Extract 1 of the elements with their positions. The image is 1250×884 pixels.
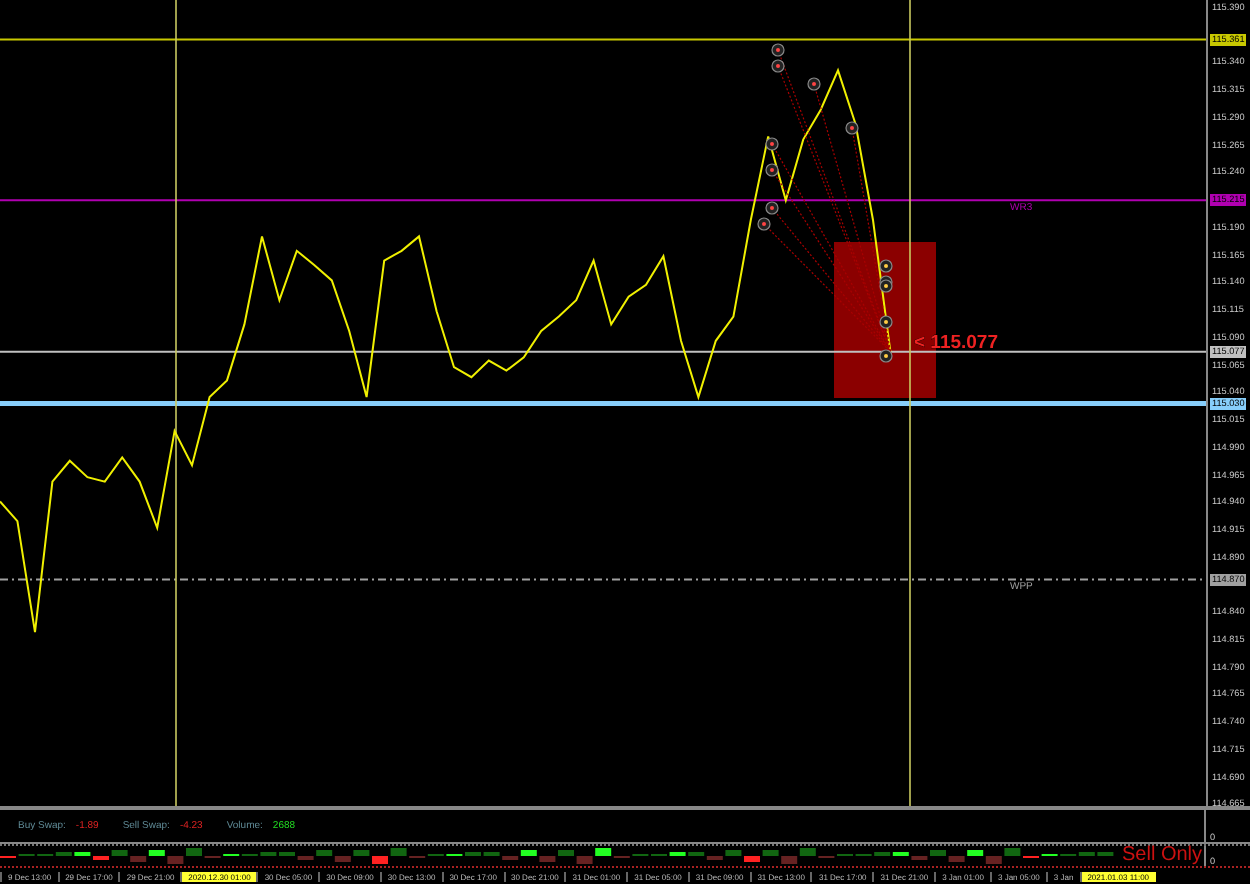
trade-mode-label: Sell Only [1122, 844, 1203, 867]
